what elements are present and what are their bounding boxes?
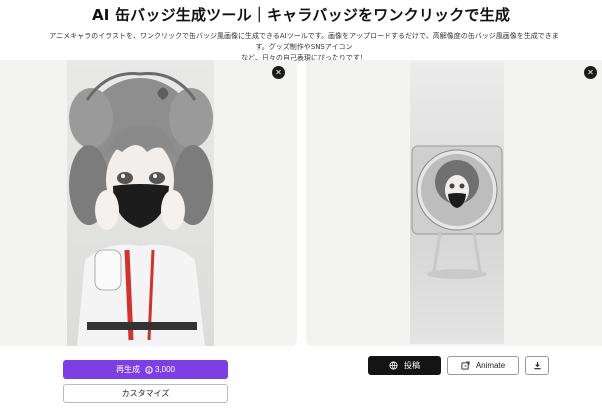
original-image-panel: ✕ (0, 60, 297, 346)
animate-button[interactable]: Animate (447, 356, 519, 375)
uploaded-anime-illustration (67, 60, 214, 346)
description-line-1: アニメキャラのイラストを、ワンクリックで缶バッジ風画像に生成できるAIツールです… (49, 32, 559, 51)
generated-badge-image (410, 62, 504, 344)
page-title: AI 缶バッジ生成ツール｜キャラバッジをワンクリックで生成 (91, 6, 511, 24)
post-button[interactable]: 投稿 (368, 356, 441, 375)
regenerate-cost: 3,000 (154, 365, 176, 374)
animate-icon (461, 361, 470, 370)
post-label: 投稿 (404, 361, 420, 370)
generated-image-panel: ✕ (306, 60, 602, 346)
svg-text:¢: ¢ (147, 367, 150, 373)
coin-icon: ¢ (145, 365, 153, 374)
animate-label: Animate (475, 361, 506, 370)
close-generated-button[interactable]: ✕ (584, 66, 597, 79)
download-icon (533, 361, 542, 370)
regenerate-label: 再生成 (115, 365, 140, 374)
close-original-button[interactable]: ✕ (272, 66, 285, 79)
regenerate-button[interactable]: 再生成 ¢ 3,000 (63, 360, 228, 379)
globe-icon (389, 361, 398, 370)
download-button[interactable] (525, 356, 549, 375)
customize-button[interactable]: カスタマイズ (63, 384, 228, 403)
